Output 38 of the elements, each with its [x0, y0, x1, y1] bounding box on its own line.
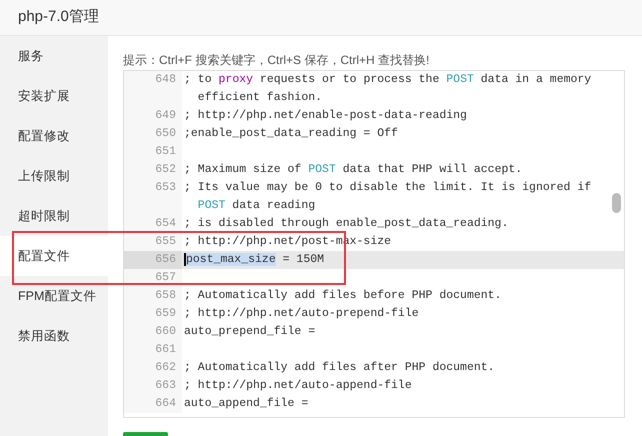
sidebar-item[interactable]: 配置修改: [0, 116, 108, 156]
line-number: 655: [124, 233, 182, 251]
code-line: ; Automatically add files after PHP document.: [184, 360, 496, 376]
code-line: post_max_size = 150M: [184, 252, 326, 268]
line-number: 664: [124, 395, 182, 413]
sidebar-item[interactable]: 禁用函数: [0, 316, 108, 356]
window-title: php-7.0管理: [0, 0, 642, 36]
code-line: ; http://php.net/auto-prepend-file: [184, 306, 420, 322]
line-number: 662: [124, 359, 182, 377]
line-number: 660: [124, 323, 182, 341]
code-line: ; http://php.net/enable-post-data-reading: [184, 108, 468, 124]
sidebar-item[interactable]: 安装扩展: [0, 76, 108, 116]
code-line: ; to proxy requests or to process the POST data in a memory efficient fashion.: [184, 72, 592, 106]
code-line: auto_prepend_file =: [184, 324, 316, 340]
line-number: 661: [124, 341, 182, 359]
code-line: ; is disabled through enable_post_data_reading.: [184, 216, 510, 232]
sidebar-item[interactable]: 配置文件: [0, 236, 108, 276]
sidebar-item[interactable]: 上传限制: [0, 156, 108, 196]
line-number: 656: [124, 251, 182, 269]
sidebar-item[interactable]: 服务: [0, 36, 108, 76]
line-number: 658: [124, 287, 182, 305]
line-number: 653: [124, 179, 182, 215]
code-line: ; Automatically add files before PHP document.: [184, 288, 502, 304]
code-line: ; Its value may be 0 to disable the limit. It is ignored if POST data reading: [184, 180, 592, 214]
line-number: 663: [124, 377, 182, 395]
sidebar-item[interactable]: FPM配置文件: [0, 276, 108, 316]
line-number: 659: [124, 305, 182, 323]
line-number: 650: [124, 125, 182, 143]
code-line: ; http://php.net/auto-append-file: [184, 378, 413, 394]
code-line: ; Maximum size of POST data that PHP will accept.: [184, 162, 524, 178]
hint-text: 提示：Ctrl+F 搜索关键字，Ctrl+S 保存，Ctrl+H 查找替换!: [123, 52, 430, 69]
line-number: 649: [124, 107, 182, 125]
line-number: 648: [124, 71, 182, 107]
code-line: ;enable_post_data_reading = Off: [184, 126, 399, 142]
line-number: 652: [124, 161, 182, 179]
line-number: 651: [124, 143, 182, 161]
code-line: auto_append_file =: [184, 396, 310, 412]
sidebar-item[interactable]: 超时限制: [0, 196, 108, 236]
